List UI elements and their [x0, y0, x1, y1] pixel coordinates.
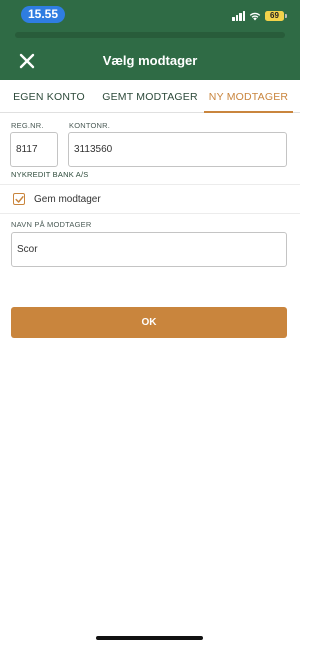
- save-checkbox[interactable]: [13, 193, 25, 205]
- battery-icon: 69: [265, 11, 287, 21]
- header: Vælg modtager: [0, 42, 300, 80]
- bank-name: NYKREDIT BANK A/S: [11, 170, 89, 179]
- tab-ny-modtager[interactable]: NY MODTAGER: [204, 80, 293, 113]
- tab-gemt-modtager[interactable]: GEMT MODTAGER: [98, 80, 202, 113]
- tab-bar: EGEN KONTO GEMT MODTAGER NY MODTAGER: [0, 80, 300, 113]
- account-number-input[interactable]: 3113560: [68, 132, 287, 167]
- signal-icon: [232, 11, 245, 21]
- home-indicator[interactable]: [96, 636, 203, 640]
- wifi-icon: [249, 11, 261, 21]
- status-line: [15, 32, 285, 38]
- save-recipient-toggle[interactable]: Gem modtager: [0, 185, 300, 213]
- tab-egen-konto[interactable]: EGEN KONTO: [0, 80, 98, 113]
- account-label: KONTONR.: [69, 121, 111, 130]
- recipient-name-input[interactable]: Scor: [11, 232, 287, 267]
- status-bar: 15.55 69: [0, 0, 300, 42]
- page-title: Vælg modtager: [102, 53, 198, 68]
- status-icons: 69: [232, 9, 287, 23]
- divider: [0, 213, 300, 214]
- reg-label: REG.NR.: [11, 121, 44, 130]
- ok-button[interactable]: OK: [11, 307, 287, 338]
- status-time: 15.55: [21, 6, 65, 23]
- checkmark-icon: [14, 195, 24, 203]
- name-label: NAVN PÅ MODTAGER: [11, 220, 92, 229]
- reg-number-input[interactable]: 8117: [10, 132, 58, 167]
- save-recipient-label: Gem modtager: [34, 193, 101, 205]
